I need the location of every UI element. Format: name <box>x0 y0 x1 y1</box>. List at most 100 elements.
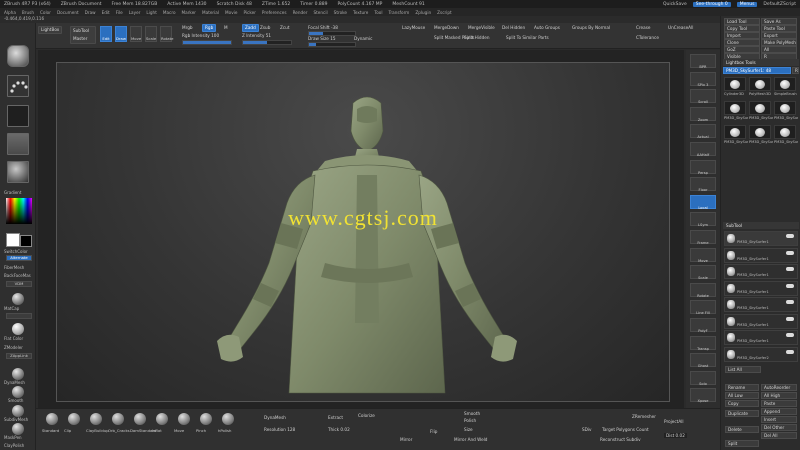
rgb-intensity-track[interactable] <box>182 40 232 45</box>
zmodeler-label[interactable]: ZModeler <box>4 345 23 350</box>
zadd-toggle[interactable]: Zadd <box>242 24 259 32</box>
view-scroll-button[interactable]: Scroll <box>690 89 716 104</box>
brush-pinch-icon[interactable] <box>200 413 212 425</box>
smooth-slider[interactable]: Smooth <box>464 411 480 416</box>
dynamic-toggle[interactable]: Dynamic <box>354 36 372 41</box>
target-polygons-slider[interactable]: Target Polygons Count <box>602 427 649 432</box>
menu-texture[interactable]: Texture <box>353 10 368 15</box>
subtool-master-button[interactable]: SubTool Master <box>70 26 96 44</box>
reconstruct-subdiv-button[interactable]: Reconstruct Subdiv <box>600 437 641 442</box>
brush-hpolish-icon[interactable] <box>222 413 234 425</box>
auto-groups-button[interactable]: Auto Groups <box>534 25 560 30</box>
brush-orb_cracks-icon[interactable] <box>112 413 124 425</box>
tool-export-button[interactable]: Export <box>761 32 797 39</box>
mode-scale-button[interactable]: Scale <box>145 26 157 42</box>
mergevisible-button[interactable]: MergeVisible <box>468 25 495 30</box>
menu-movie[interactable]: Movie <box>225 10 237 15</box>
subtool-item[interactable]: PM3D_SkySurfer1 <box>724 280 798 296</box>
del-all-button[interactable]: Del All <box>761 432 797 439</box>
tool-thumbnail[interactable] <box>724 77 746 91</box>
zsub-toggle[interactable]: Zsub <box>260 25 270 30</box>
append-button[interactable]: Append <box>761 408 797 415</box>
brush-clip-icon[interactable] <box>68 413 80 425</box>
tool-thumbnail[interactable] <box>774 125 796 139</box>
menu-material[interactable]: Material <box>202 10 219 15</box>
subtool-header[interactable]: SubTool <box>723 222 799 229</box>
tool-thumbnail[interactable] <box>724 101 746 115</box>
smooth-brush-icon[interactable] <box>12 386 24 398</box>
visibility-eye-icon[interactable] <box>786 316 794 321</box>
switch-color-button[interactable]: SwitchColor <box>4 249 28 254</box>
secondary-color-swatch[interactable] <box>20 235 32 247</box>
menu-stroke[interactable]: Stroke <box>334 10 347 15</box>
view-rotate-button[interactable]: Rotate <box>690 282 716 298</box>
tool-import-button[interactable]: Import <box>724 32 760 39</box>
tool-thumbnail[interactable] <box>749 101 771 115</box>
matcap-sphere[interactable] <box>12 293 24 305</box>
view-scale-button[interactable]: Scale <box>690 265 716 280</box>
zcut-toggle[interactable]: Zcut <box>280 25 289 30</box>
thick-slider[interactable]: Thick 0.02 <box>328 427 350 432</box>
visibility-eye-icon[interactable] <box>786 333 794 337</box>
ctolerance-slider[interactable]: CTolerance <box>636 35 659 40</box>
alpha-preview[interactable] <box>7 105 29 127</box>
dynamesh-button[interactable]: DynaMesh <box>264 415 286 420</box>
subtool-item[interactable]: PM3D_SkySurfer2 <box>724 346 798 362</box>
brush-move-icon[interactable] <box>178 413 190 425</box>
view-move-button[interactable]: Move <box>690 247 716 263</box>
vdm-button[interactable]: VDM <box>6 281 32 287</box>
zapplink-button[interactable]: ZAppLink <box>6 353 32 359</box>
subtool-item[interactable]: PM3D_SkySurfer1 <box>724 330 798 345</box>
rgb-intensity-slider[interactable]: Rgb Intensity 100 <box>182 33 219 38</box>
menu-render[interactable]: Render <box>293 10 308 15</box>
del-other-button[interactable]: Del Other <box>761 424 797 431</box>
paste-button[interactable]: Paste <box>761 400 797 407</box>
texture-preview[interactable] <box>7 133 29 155</box>
tool-copy-tool-button[interactable]: Copy Tool <box>724 25 760 32</box>
main-color-swatch[interactable] <box>6 233 20 247</box>
focal-shift-slider[interactable]: Focal Shift -38 <box>308 25 338 30</box>
default-script-button[interactable]: DefaultZScript <box>763 2 796 7</box>
view-spix-3-button[interactable]: SPix 3 <box>690 71 716 87</box>
brush-damstandard-icon[interactable] <box>134 413 146 425</box>
colorize-button[interactable]: Colorize <box>358 413 375 418</box>
mrgb-toggle[interactable]: Mrgb <box>182 25 193 30</box>
duplicate-button[interactable]: Duplicate <box>725 410 759 417</box>
mirror-button[interactable]: Mirror <box>400 437 412 442</box>
z-intensity-slider[interactable]: Z Intensity 51 <box>242 33 271 38</box>
menu-transform[interactable]: Transform <box>388 10 409 15</box>
tool-paste-tool-button[interactable]: Paste Tool <box>761 25 797 32</box>
menu-preferences[interactable]: Preferences <box>262 10 287 15</box>
mask-brush-icon[interactable] <box>12 423 24 435</box>
tool-thumbnail[interactable] <box>749 77 771 91</box>
all-high-button[interactable]: All High <box>761 392 797 399</box>
size-slider[interactable]: Size <box>464 427 473 432</box>
visibility-eye-icon[interactable] <box>786 234 794 238</box>
view-floor-button[interactable]: Floor <box>690 177 716 192</box>
menu-brush[interactable]: Brush <box>22 10 34 15</box>
view-actual-button[interactable]: Actual <box>690 124 716 139</box>
menu-file[interactable]: File <box>116 10 123 15</box>
view-xpose-button[interactable]: Xpose <box>690 388 716 403</box>
mirror-weld-button[interactable]: Mirror And Weld <box>454 437 487 442</box>
view-solo-button[interactable]: Solo <box>690 370 716 386</box>
lightbox-tools-header[interactable]: Lightbox Tools <box>723 59 799 66</box>
menu-marker[interactable]: Marker <box>182 10 196 15</box>
tool-all-button[interactable]: All <box>761 46 797 53</box>
groups-by-normal-button[interactable]: Groups By Normal <box>572 25 610 30</box>
view-local-button[interactable]: Local <box>690 194 716 210</box>
view-line-fill-button[interactable]: Line Fill <box>690 300 716 315</box>
see-through-slider[interactable]: See-through 0 <box>692 1 731 7</box>
rgb-toggle[interactable]: Rgb <box>202 24 217 32</box>
view-transp-button[interactable]: Transp <box>690 335 716 351</box>
menu-tool[interactable]: Tool <box>374 10 382 15</box>
menu-macro[interactable]: Macro <box>163 10 176 15</box>
del-hidden-button[interactable]: Del Hidden <box>502 25 525 30</box>
document-canvas[interactable]: www.cgtsj.com <box>56 62 670 402</box>
brush-standard-icon[interactable] <box>46 413 58 425</box>
zremesher-button[interactable]: ZRemesher <box>632 414 656 419</box>
stroke-preview[interactable] <box>7 75 29 97</box>
z-intensity-track[interactable] <box>242 40 292 45</box>
fibermesh-button[interactable]: FiberMesh <box>4 265 24 270</box>
menu-draw[interactable]: Draw <box>85 10 96 15</box>
